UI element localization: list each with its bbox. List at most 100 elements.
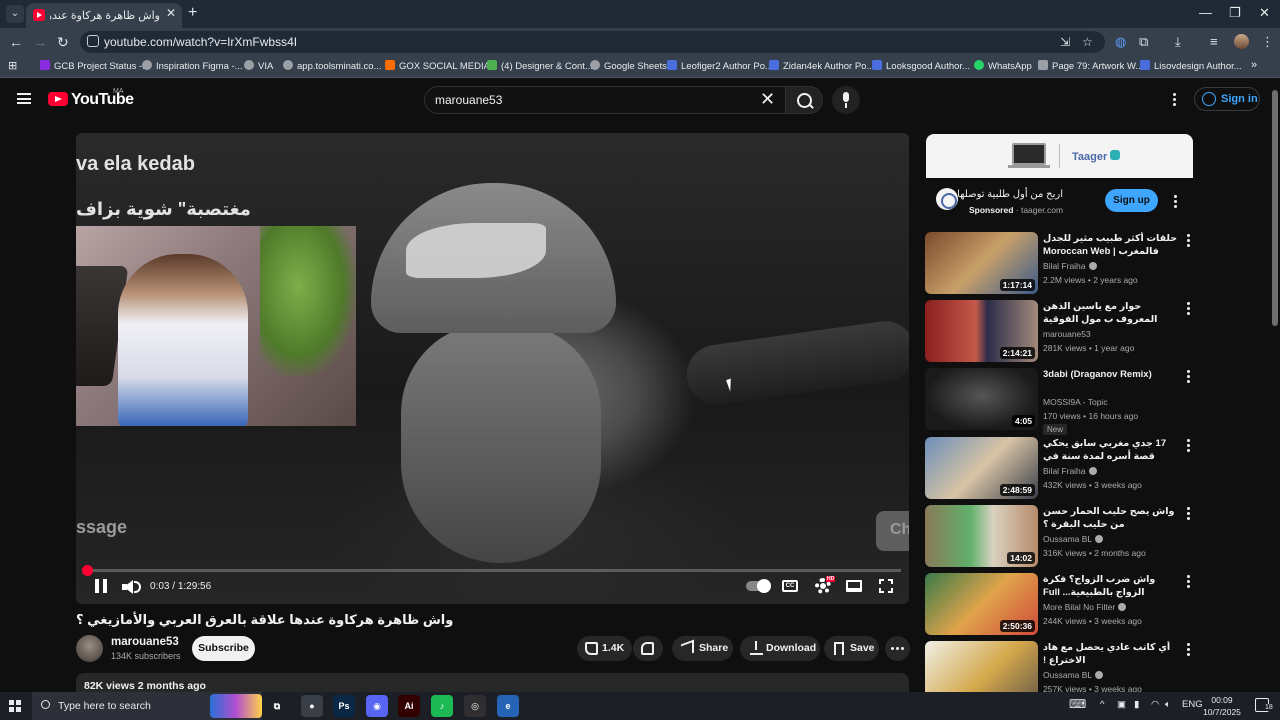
advertiser-logo-icon[interactable]	[936, 188, 958, 210]
video-menu-kebab-icon[interactable]	[1187, 507, 1191, 521]
bookmark-item[interactable]: Looksgood Author...	[872, 60, 970, 72]
taskbar-search-box[interactable]: Type here to search	[32, 692, 262, 720]
recommended-video-title[interactable]: 17 جدي مغربي سابق يحكي قصة أسره لمدة سنة…	[1043, 437, 1178, 465]
ad-menu-kebab-icon[interactable]	[1174, 195, 1178, 209]
bookmark-item[interactable]: Page 79: Artwork W...	[1038, 60, 1143, 72]
wifi-icon[interactable]: ◠	[1151, 699, 1159, 710]
theater-mode-icon[interactable]	[846, 580, 862, 592]
taskbar-obs-icon[interactable]: ◎	[464, 695, 486, 717]
youtube-wordmark[interactable]: YouTube	[71, 91, 134, 109]
close-window-button[interactable]: ✕	[1259, 5, 1270, 21]
recommended-video-title[interactable]: أي كاتب عادي يحصل مع هاد الاختراع !	[1043, 641, 1178, 669]
recommended-video[interactable]: 4:05 3dabi (Draganov Remix) MOSSI9A - Topi…	[925, 368, 1200, 435]
microphone-tray-icon[interactable]: ▮	[1134, 699, 1139, 710]
bookmark-item[interactable]: Google Sheets	[590, 60, 667, 72]
youtube-logo-icon[interactable]	[48, 92, 68, 106]
sponsored-ad-card[interactable]: Taager اربح من أول طلبية توصلها Sponsore…	[926, 134, 1193, 222]
bookmark-item[interactable]: Zidan4ek Author Po...	[769, 60, 874, 72]
recommended-video-title[interactable]: واش يصح حليب الحمار حسن من حليب البقرة ؟	[1043, 505, 1178, 533]
speaker-icon[interactable]: 🔈︎	[1165, 699, 1171, 710]
browser-tab-active[interactable]: واش ظاهرة هركاوة عندها علا ✕	[26, 3, 182, 28]
video-menu-kebab-icon[interactable]	[1187, 643, 1191, 657]
search-input[interactable]: marouane53 ✕	[424, 86, 786, 114]
downloads-icon[interactable]: ⤓	[1175, 34, 1181, 50]
recommended-channel[interactable]: More Bilal No Filter	[1043, 602, 1127, 612]
volume-icon[interactable]	[124, 580, 133, 594]
keyboard-tray-icon[interactable]: ⌨	[1069, 697, 1086, 711]
video-player[interactable]: va ela kedab مغتصبة" شوية بزاف ssage Ch …	[76, 133, 909, 604]
sign-in-button[interactable]: Sign in	[1194, 87, 1260, 111]
channel-name[interactable]: marouane53	[111, 636, 179, 648]
tab-search-button[interactable]: ⌄	[6, 5, 24, 23]
progress-scrubber-handle[interactable]	[82, 565, 93, 576]
bookmark-star-icon[interactable]: ☆	[1082, 35, 1093, 49]
minimize-button[interactable]: —	[1199, 5, 1212, 21]
tray-app-icon[interactable]: ▣	[1117, 699, 1126, 710]
video-menu-kebab-icon[interactable]	[1187, 370, 1191, 384]
reload-icon[interactable]: ↻	[57, 33, 69, 51]
recommended-video-title[interactable]: 3dabi (Draganov Remix)	[1043, 368, 1178, 396]
video-menu-kebab-icon[interactable]	[1187, 439, 1191, 453]
taskbar-illustrator-icon[interactable]: Ai	[398, 695, 420, 717]
clear-search-icon[interactable]: ✕	[760, 89, 775, 109]
bookmark-item[interactable]: GOX SOCIAL MEDIA...	[385, 60, 498, 72]
bookmark-item[interactable]: GCB Project Status -...	[40, 60, 150, 72]
site-info-icon[interactable]	[87, 35, 99, 47]
download-button[interactable]: Download	[740, 636, 820, 661]
taskbar-chrome-icon[interactable]: ●	[301, 695, 323, 717]
more-actions-icon[interactable]	[885, 636, 910, 661]
share-button[interactable]: Share	[672, 636, 733, 661]
settings-kebab-icon[interactable]	[1173, 93, 1177, 107]
windows-start-icon[interactable]	[9, 700, 21, 712]
page-scrollbar-thumb[interactable]	[1272, 90, 1278, 326]
tab-close-icon[interactable]: ✕	[166, 6, 176, 20]
address-url[interactable]: youtube.com/watch?v=IrXmFwbss4I	[104, 35, 297, 49]
progress-bar[interactable]	[84, 569, 901, 572]
search-button[interactable]	[785, 86, 823, 114]
subtitles-cc-icon[interactable]: CC	[782, 580, 798, 592]
bookmark-item[interactable]: Inspiration Figma -...	[142, 60, 243, 72]
apps-grid-icon[interactable]: ⊞	[8, 59, 17, 72]
like-button[interactable]: 1.4K	[577, 636, 632, 661]
channel-avatar[interactable]	[76, 635, 103, 662]
bookmark-item[interactable]: (4) Designer & Cont...	[487, 60, 593, 72]
dislike-button[interactable]	[633, 636, 663, 661]
show-hidden-icons-chevron-icon[interactable]: ^	[1100, 699, 1104, 710]
recommended-video[interactable]: 2:14:21 حوار مع ياسين الذهن المعروف ب مول…	[925, 300, 1200, 362]
recommended-channel[interactable]: Bilal Fraiha	[1043, 466, 1097, 476]
bookmark-item[interactable]: app.toolsminati.co...	[283, 60, 382, 72]
taskbar-task-view-icon[interactable]: ⧉	[266, 695, 288, 717]
taskbar-edge-icon[interactable]: e	[497, 695, 519, 717]
restore-button[interactable]: ❐	[1229, 5, 1241, 21]
video-menu-kebab-icon[interactable]	[1187, 575, 1191, 589]
autoplay-toggle[interactable]	[746, 579, 771, 593]
voice-search-mic-icon[interactable]	[832, 86, 860, 114]
taskbar-spotify-icon[interactable]: ♪	[431, 695, 453, 717]
save-button[interactable]: Save	[824, 636, 879, 661]
ad-banner[interactable]: Taager	[926, 134, 1193, 178]
taskbar-clock[interactable]: 00:09 10/7/2025	[1198, 694, 1246, 718]
browser-menu-icon[interactable]: ⋮	[1261, 34, 1274, 50]
taskbar-photoshop-icon[interactable]: Ps	[333, 695, 355, 717]
guide-menu-icon[interactable]	[17, 93, 31, 104]
media-controls-icon[interactable]: ≡	[1210, 34, 1218, 50]
new-tab-button[interactable]: +	[188, 5, 197, 21]
profile-avatar[interactable]	[1234, 34, 1249, 49]
video-menu-kebab-icon[interactable]	[1187, 234, 1191, 248]
fullscreen-icon[interactable]	[879, 579, 893, 593]
pause-icon[interactable]	[95, 579, 107, 593]
install-app-icon[interactable]: ⇲	[1060, 35, 1070, 49]
extensions-puzzle-icon[interactable]: ⧉	[1139, 34, 1148, 50]
recommended-channel[interactable]: Oussama BL	[1043, 534, 1104, 544]
address-bar[interactable]: youtube.com/watch?v=IrXmFwbss4I ⇲ ☆	[80, 31, 1105, 53]
video-thumbnail[interactable]: 4:05	[925, 368, 1038, 430]
recommended-video-title[interactable]: حلقات أكثر طبيب مثير للجدل فالمغرب | Mor…	[1043, 232, 1178, 260]
recommended-channel[interactable]: Bilal Fraiha	[1043, 261, 1097, 271]
video-thumbnail[interactable]: 14:02	[925, 505, 1038, 567]
recommended-video[interactable]: 2:50:36 واش ضرب الزواج؟ فكرة الزواج بالطب…	[925, 573, 1200, 635]
more-bookmarks-chevron-icon[interactable]: »	[1251, 59, 1257, 71]
recommended-channel[interactable]: marouane53	[1043, 329, 1091, 339]
video-menu-kebab-icon[interactable]	[1187, 302, 1191, 316]
bookmark-item[interactable]: VIA	[244, 60, 273, 72]
bookmark-item[interactable]: Lisovdesign Author...	[1140, 60, 1242, 72]
